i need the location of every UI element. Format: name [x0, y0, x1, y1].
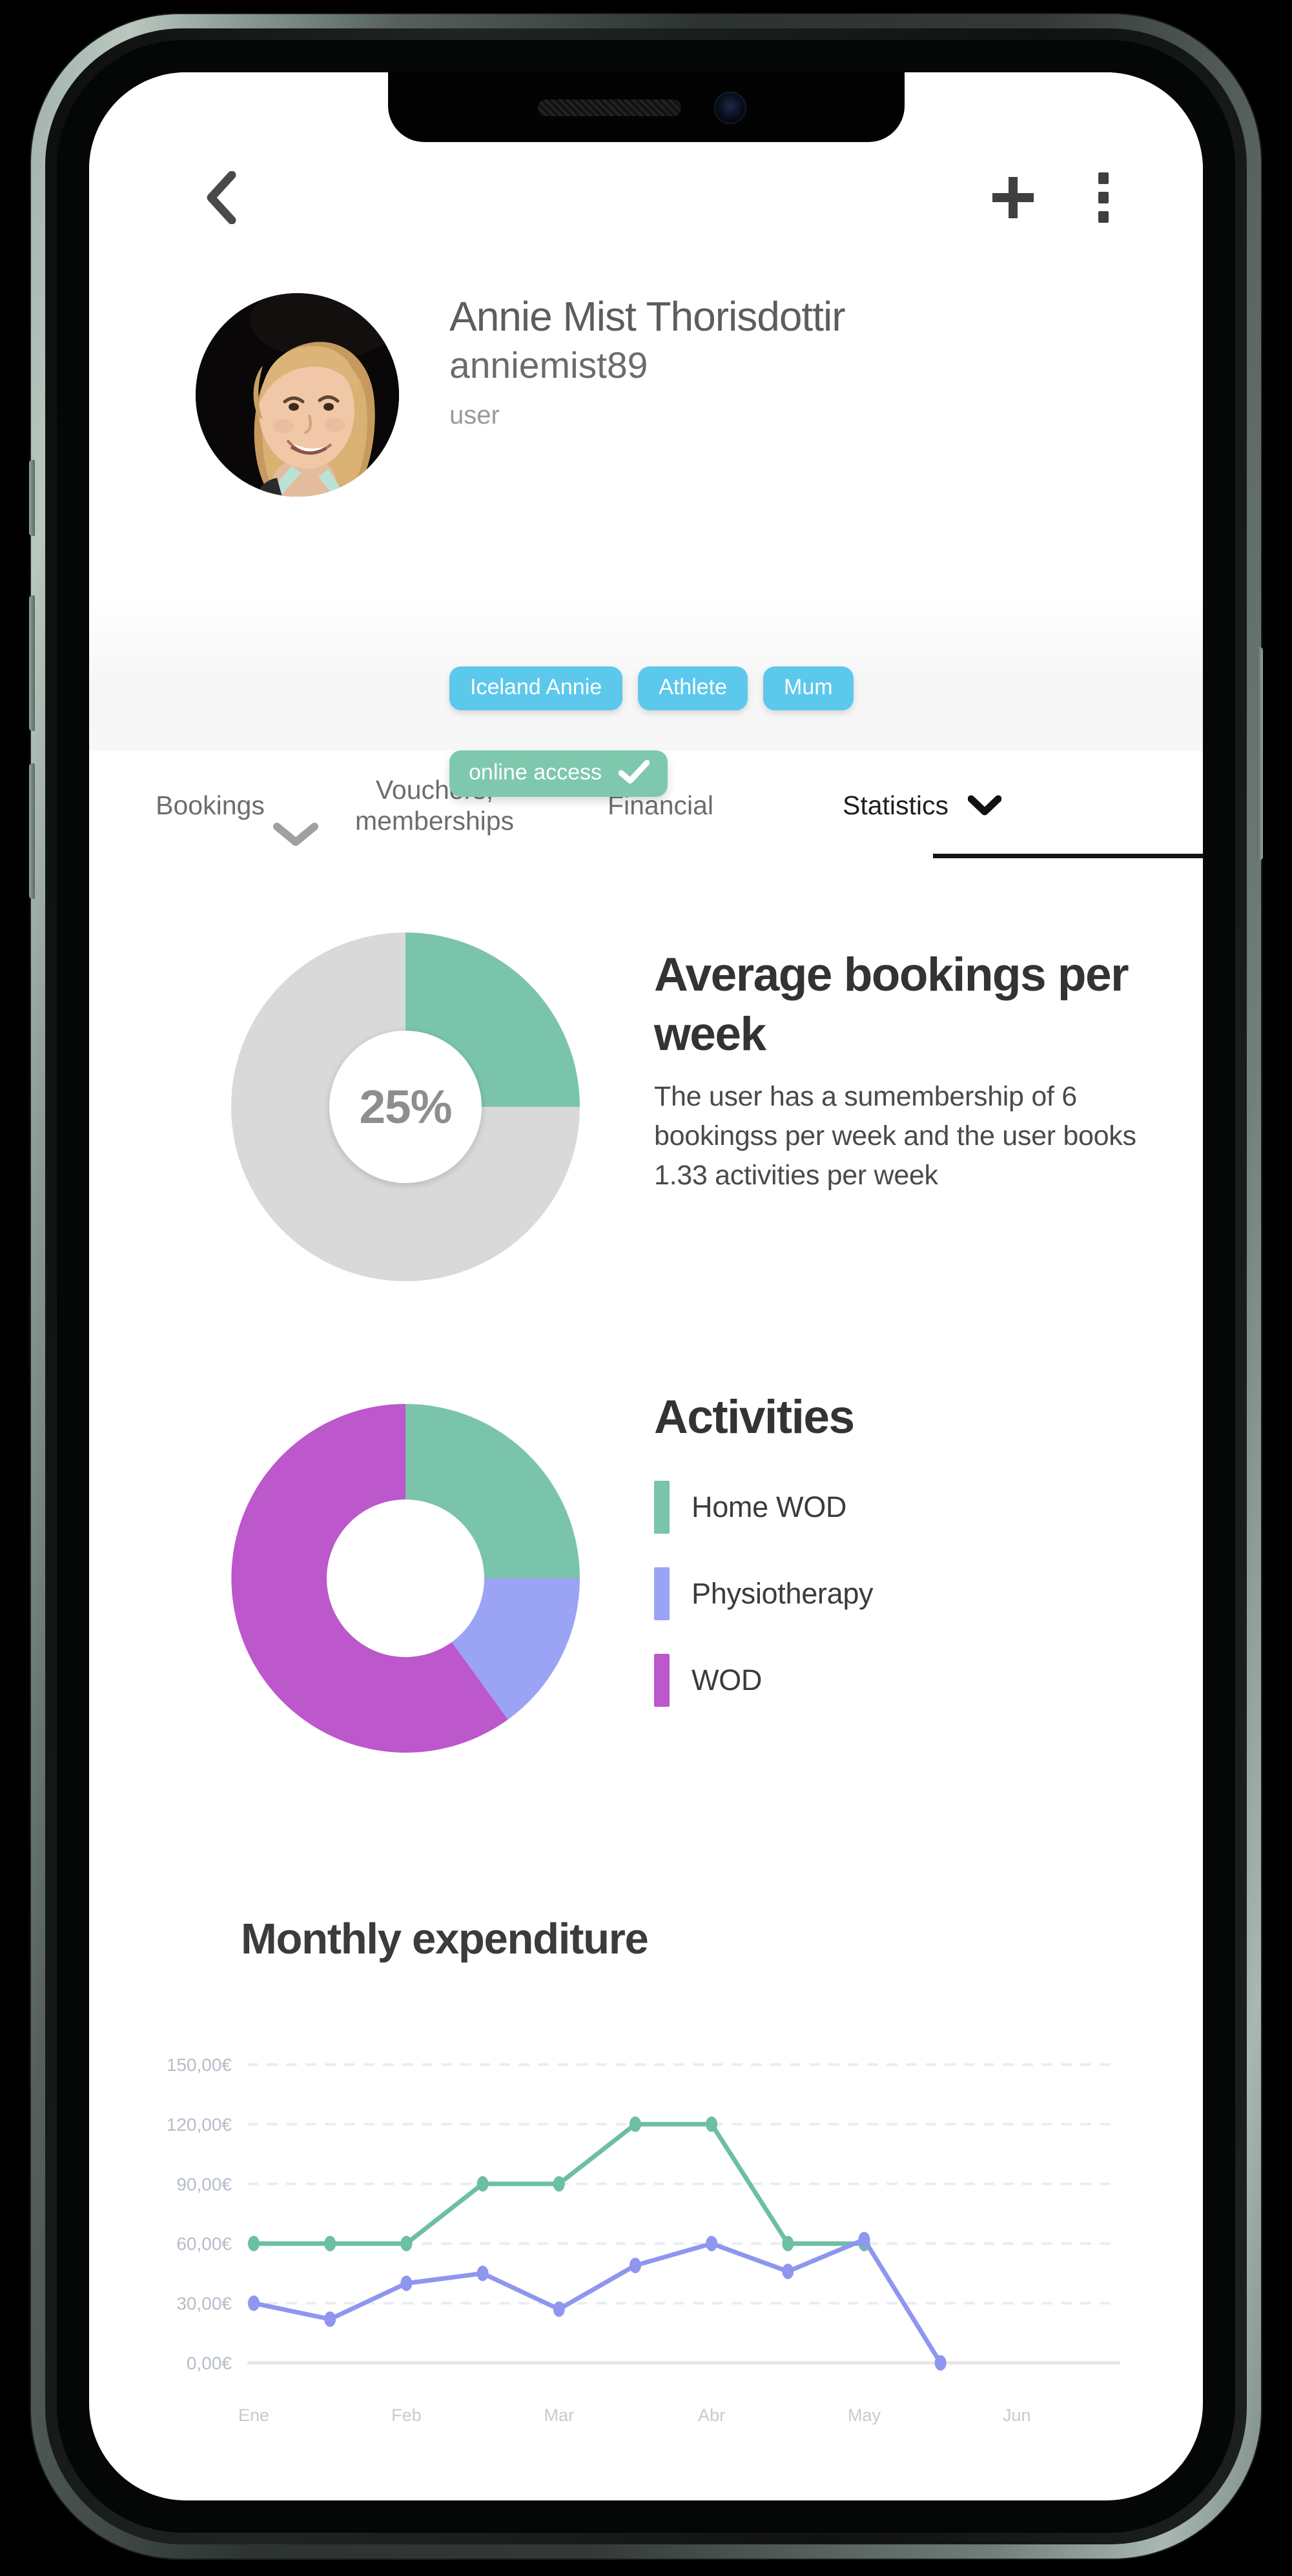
power-button[interactable] [1257, 647, 1263, 860]
x-axis-tick-label: Jun [1003, 2406, 1031, 2425]
expand-profile-button[interactable] [273, 821, 318, 847]
average-bookings-text: Average bookings per week The user has a… [654, 945, 1171, 1195]
active-tab-indicator [933, 854, 1203, 858]
average-bookings-title: Average bookings per week [654, 945, 1171, 1064]
profile-panel: Annie Mist Thorisdottir anniemist89 user… [89, 198, 1203, 750]
data-point[interactable] [630, 2116, 641, 2132]
y-axis-tick-label: 60,00€ [176, 2234, 232, 2254]
donut-center [327, 1499, 484, 1657]
phone-frame: Annie Mist Thorisdottir anniemist89 user… [31, 14, 1261, 2559]
legend-label: Physiotherapy [692, 1577, 873, 1611]
phone-screen: Annie Mist Thorisdottir anniemist89 user… [89, 72, 1203, 2500]
data-point[interactable] [400, 2276, 412, 2291]
tab-statistics-label: Statistics [843, 790, 948, 821]
data-point[interactable] [706, 2116, 717, 2132]
data-point[interactable] [400, 2236, 412, 2251]
average-bookings-donut: 25% [231, 933, 580, 1281]
legend-swatch-icon [654, 1481, 670, 1534]
legend-item[interactable]: WOD [654, 1654, 873, 1707]
legend-item[interactable]: Physiotherapy [654, 1567, 873, 1620]
donut-center: 25% [329, 1031, 482, 1183]
earpiece-speaker [538, 99, 681, 116]
legend-item[interactable]: Home WOD [654, 1481, 873, 1534]
average-bookings-description: The user has a sumembership of 6 booking… [654, 1077, 1171, 1195]
profile-username: anniemist89 [449, 347, 845, 384]
volume-down-button[interactable] [29, 763, 35, 899]
line-chart-svg: 0,00€ 30,00€ 60,00€ 90,00€ 120,00€ 150,00€ Ene… [89, 2040, 1203, 2440]
monthly-expenditure-title: Monthly expenditure [241, 1914, 648, 1964]
data-point[interactable] [324, 2236, 336, 2251]
chevron-down-icon [968, 795, 1001, 816]
y-axis-tick-label: 30,00€ [176, 2294, 232, 2314]
silent-switch[interactable] [29, 460, 35, 536]
profile-name: Annie Mist Thorisdottir [449, 295, 845, 338]
activities-chart [231, 1404, 580, 1753]
legend-label: WOD [692, 1664, 762, 1697]
data-point[interactable] [324, 2311, 336, 2327]
x-axis-tick-label: May [848, 2406, 881, 2425]
activities-text: Activities Home WOD Physiotherapy WOD [654, 1388, 873, 1740]
tab-statistics[interactable]: Statistics [757, 750, 1087, 860]
activities-donut [231, 1404, 580, 1753]
average-bookings-chart: 25% [231, 933, 580, 1281]
y-axis-tick-label: 150,00€ [167, 2055, 232, 2075]
data-point[interactable] [630, 2258, 641, 2273]
average-bookings-percent: 25% [359, 1080, 451, 1134]
chevron-left-icon [205, 171, 237, 224]
phone-notch [388, 72, 905, 142]
x-axis-tick-label: Ene [238, 2406, 269, 2425]
profile-tag-row: Iceland Annie Athlete Mum [449, 666, 854, 710]
legend-swatch-icon [654, 1654, 670, 1707]
data-point[interactable] [477, 2176, 489, 2192]
online-access-label: online access [469, 761, 602, 783]
legend-label: Home WOD [692, 1490, 846, 1524]
x-axis-tick-label: Abr [698, 2406, 725, 2425]
data-point[interactable] [782, 2236, 794, 2251]
monthly-expenditure-chart: 0,00€ 30,00€ 60,00€ 90,00€ 120,00€ 150,00€ Ene… [89, 2040, 1203, 2440]
tab-bookings-label: Bookings [156, 790, 265, 821]
volume-up-button[interactable] [29, 595, 35, 731]
activities-legend: Home WOD Physiotherapy WOD [654, 1481, 873, 1707]
avatar-photo [196, 293, 399, 497]
data-point[interactable] [477, 2265, 489, 2281]
data-point[interactable] [782, 2263, 794, 2279]
data-point[interactable] [553, 2302, 565, 2317]
x-axis-tick-label: Mar [544, 2406, 574, 2425]
add-button[interactable] [985, 169, 1041, 226]
y-axis-tick-label: 90,00€ [176, 2174, 232, 2194]
profile-tag-chip[interactable]: Mum [763, 666, 854, 710]
overflow-menu-button[interactable] [1075, 169, 1132, 226]
profile-text-group: Annie Mist Thorisdottir anniemist89 user [449, 295, 845, 428]
online-access-badge[interactable]: online access [449, 750, 668, 797]
data-point[interactable] [858, 2232, 870, 2247]
plus-icon [990, 174, 1036, 221]
profile-role: user [449, 402, 845, 428]
avatar[interactable] [196, 293, 399, 497]
y-axis-tick-label: 0,00€ [187, 2353, 232, 2373]
more-vertical-icon [1097, 172, 1110, 223]
data-point[interactable] [248, 2296, 260, 2311]
y-axis-tick-label: 120,00€ [167, 2114, 232, 2134]
legend-swatch-icon [654, 1567, 670, 1620]
line-series-bookings [254, 2240, 941, 2363]
back-button[interactable] [192, 169, 249, 226]
data-point[interactable] [935, 2355, 947, 2371]
profile-tag-chip[interactable]: Athlete [638, 666, 748, 710]
x-axis-tick-label: Feb [391, 2406, 422, 2425]
front-camera [714, 92, 746, 124]
data-point[interactable] [706, 2236, 717, 2251]
data-point[interactable] [553, 2176, 565, 2192]
activities-title: Activities [654, 1388, 873, 1447]
chevron-down-icon [273, 821, 318, 847]
profile-tag-chip[interactable]: Iceland Annie [449, 666, 622, 710]
data-point[interactable] [248, 2236, 260, 2251]
check-icon [619, 760, 650, 785]
